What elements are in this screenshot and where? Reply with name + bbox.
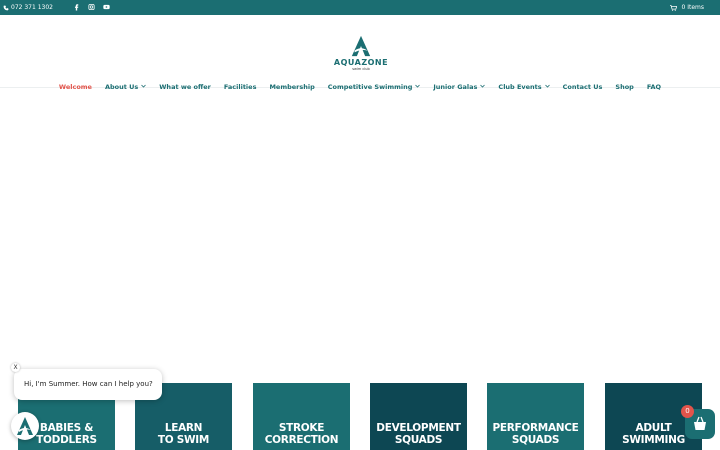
chat-greeting-bubble[interactable]: Hi, I'm Summer. How can I help you? <box>14 369 162 400</box>
youtube-icon[interactable] <box>103 3 110 11</box>
nav-item-shop[interactable]: Shop <box>609 83 640 91</box>
nav-item-label: Facilities <box>223 83 257 91</box>
main-nav: Welcome About Us What we offer Facilities Me… <box>0 83 720 91</box>
cart-items-label: 0 Items <box>681 4 704 11</box>
social-links <box>73 3 110 11</box>
nav-item-faq[interactable]: FAQ <box>640 83 667 91</box>
nav-item-label: Welcome <box>58 83 92 91</box>
tile-title-line-2: CORRECTION <box>264 434 339 446</box>
chat-avatar-button[interactable] <box>11 412 39 440</box>
logo-wordmark: AQUAZONE <box>333 58 389 67</box>
site-logo[interactable]: AQUAZONE swim club <box>331 35 391 75</box>
phone-link[interactable]: 072 371 1302 <box>3 4 53 11</box>
tile-title-line-1: DEVELOPMENT <box>376 422 461 434</box>
tile-title-line-1: ADULT <box>635 422 672 434</box>
cart-icon <box>670 4 678 11</box>
tile-title-line-1: BABIES & <box>39 422 94 434</box>
phone-number: 072 371 1302 <box>11 4 53 11</box>
chat-close-button[interactable]: X <box>11 363 20 372</box>
nav-item-label: What we offer <box>159 83 211 91</box>
nav-item-facilities[interactable]: Facilities <box>217 83 263 91</box>
tile-title-line-2: SQUADS <box>511 434 560 446</box>
nav-item-label: Club Events <box>498 83 542 91</box>
chevron-down-icon <box>544 84 550 90</box>
program-tile[interactable]: PERFORMANCE SQUADS <box>487 383 584 450</box>
nav-item-label: About Us <box>104 83 139 91</box>
program-tile[interactable]: DEVELOPMENT SQUADS <box>370 383 467 450</box>
logo-subtitle: swim club <box>352 67 370 71</box>
nav-item-label: Membership <box>269 83 315 91</box>
nav-item-contact-us[interactable]: Contact Us <box>556 83 609 91</box>
facebook-icon[interactable] <box>73 3 80 11</box>
tile-title-line-1: PERFORMANCE <box>492 422 579 434</box>
nav-item-label: FAQ <box>646 83 662 91</box>
nav-item-label: Contact Us <box>562 83 603 91</box>
nav-item-label: Competitive Swimming <box>327 83 413 91</box>
chevron-down-icon <box>480 84 486 90</box>
nav-item-label: Shop <box>615 83 634 91</box>
tile-title-line-2: SWIMMING <box>622 434 685 446</box>
nav-item-label: Junior Galas <box>433 83 478 91</box>
logo-mark-icon <box>351 35 371 57</box>
phone-icon <box>3 5 9 10</box>
nav-item-competitive-swimming[interactable]: Competitive Swimming <box>321 83 427 91</box>
tile-title-line-2: TO SWIM <box>157 434 210 446</box>
chevron-down-icon <box>415 84 421 90</box>
nav-item-junior-galas[interactable]: Junior Galas <box>427 83 492 91</box>
top-bar: 072 371 1302 0 Items <box>0 0 720 15</box>
tile-title-line-1: LEARN <box>164 422 203 434</box>
nav-item-what-we-offer[interactable]: What we offer <box>153 83 218 91</box>
tile-title-line-2: TODDLERS <box>36 434 97 446</box>
chevron-down-icon <box>141 84 147 90</box>
nav-item-club-events[interactable]: Club Events <box>492 83 556 91</box>
tile-title-line-1: STROKE <box>278 422 325 434</box>
chat-message: Hi, I'm Summer. How can I help you? <box>24 380 153 388</box>
nav-item-about-us[interactable]: About Us <box>98 83 152 91</box>
cart-count-badge: 0 <box>681 405 694 418</box>
site-header: AQUAZONE swim club Welcome About Us What w… <box>0 15 720 91</box>
cart-link[interactable]: 0 Items <box>670 4 704 11</box>
nav-item-membership[interactable]: Membership <box>263 83 321 91</box>
program-tile[interactable]: STROKE CORRECTION <box>253 383 350 450</box>
instagram-icon[interactable] <box>88 3 95 11</box>
tile-title-line-2: SQUADS <box>394 434 443 446</box>
chat-logo-icon <box>17 417 33 435</box>
nav-item-welcome[interactable]: Welcome <box>52 83 98 91</box>
